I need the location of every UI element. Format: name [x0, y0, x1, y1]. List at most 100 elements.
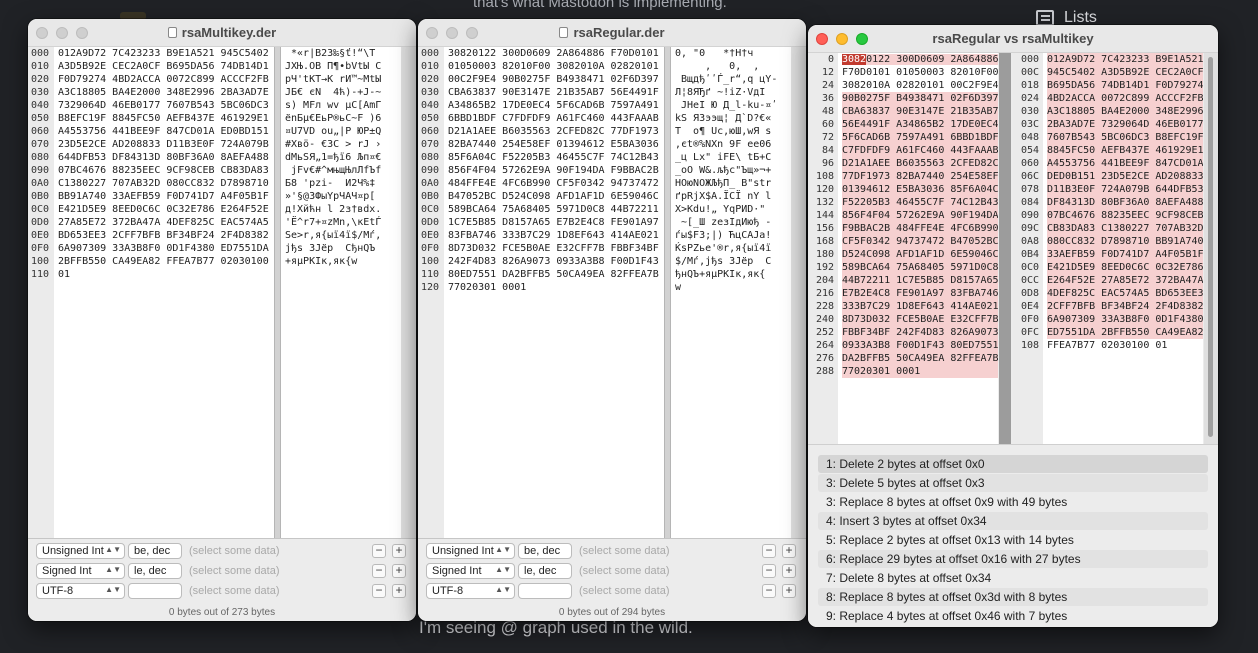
change-item[interactable]: 6: Replace 29 bytes at offset 0x16 with … [818, 550, 1208, 568]
column-divider[interactable] [664, 47, 671, 541]
type-select[interactable]: Unsigned Int ▲▼ [36, 543, 125, 559]
add-row-button[interactable]: + [782, 584, 796, 598]
hex-row[interactable]: E421D5E9 8EED0C6C 0C32E786 [1047, 261, 1203, 274]
chevron-updown-icon: ▲▼ [495, 585, 511, 594]
type-select[interactable]: Unsigned Int ▲▼ [426, 543, 515, 559]
hex-row[interactable]: E264F52E 27A85E72 372BA47A [1047, 274, 1203, 287]
add-row-button[interactable]: + [392, 544, 406, 558]
type-select-value: UTF-8 [432, 585, 464, 597]
scrollbar[interactable] [791, 47, 806, 541]
hex-row[interactable]: A3C18805 BA4E2000 348E2996 [1047, 105, 1203, 118]
type-select[interactable]: UTF-8 ▲▼ [426, 583, 515, 599]
hex-row[interactable]: 2BA3AD7E 7329064D 46EB0177 [1047, 118, 1203, 131]
hex-row[interactable]: 77020301 0001 [842, 365, 998, 378]
hex-row[interactable]: 5F6CAD6B 7597A491 6BBD1BDF [842, 131, 998, 144]
change-item[interactable]: 4: Insert 3 bytes at offset 0x34 [818, 512, 1208, 530]
scrollbar-thumb[interactable] [1208, 57, 1213, 437]
add-row-button[interactable]: + [782, 544, 796, 558]
hex-row[interactable]: 7607B543 5BC06DC3 B8EFC19F [1047, 131, 1203, 144]
text-column[interactable]: *«r|B23‰§ť!“\T JXЊ.OB П¶•bVtЫ C рЧ'tKT→K r… [281, 47, 401, 541]
hex-row[interactable]: 8D73D032 FCE5B0AE E32CFF7B [842, 313, 998, 326]
type-select[interactable]: Signed Int ▲▼ [426, 563, 515, 579]
hex-row[interactable]: 4BD2ACCA 0072C899 ACCCF2FB [1047, 92, 1203, 105]
hex-row[interactable]: 856F4F04 57262E9A 90F194DA [842, 209, 998, 222]
hex-row[interactable]: B695DA56 74DB14D1 F0D79274 [1047, 79, 1203, 92]
hex-row[interactable]: 77DF1973 82BA7440 254E58EF [842, 170, 998, 183]
remove-row-button[interactable]: − [762, 564, 776, 578]
type-select[interactable]: Signed Int ▲▼ [36, 563, 125, 579]
hex-row[interactable]: 2CFF7BFB BF34BF24 2F4D8382 [1047, 300, 1203, 313]
hex-row[interactable]: 6A907309 33A3B8F0 0D1F4380 [1047, 313, 1203, 326]
hex-row[interactable]: 3082010A 02820101 00C2F9E4 [842, 79, 998, 92]
endian-field[interactable] [128, 583, 182, 599]
hex-row[interactable]: 080CC832 D7898710 BB91A740 [1047, 235, 1203, 248]
change-item[interactable]: 9: Replace 4 bytes at offset 0x46 with 7… [818, 607, 1208, 625]
column-divider[interactable] [274, 47, 281, 541]
hex-row[interactable]: 33AEFB59 F0D741D7 A4F05B1F [1047, 248, 1203, 261]
remove-row-button[interactable]: − [372, 564, 386, 578]
hex-row[interactable]: 012A9D72 7C423233 B9E1A521 [1047, 53, 1203, 66]
change-item[interactable]: 5: Replace 2 bytes at offset 0x13 with 1… [818, 531, 1208, 549]
remove-row-button[interactable]: − [762, 584, 776, 598]
hex-row[interactable]: DED0B151 23D5E2CE AD208833 [1047, 170, 1203, 183]
hex-row[interactable]: E7B2E4C8 FE901A97 83FBA746 [842, 287, 998, 300]
window-titlebar[interactable]: rsaRegular.der [418, 19, 806, 47]
endian-field[interactable]: le, dec [518, 563, 572, 579]
hex-row[interactable]: 8845FC50 AEFB437E 461929E1 [1047, 144, 1203, 157]
hex-row[interactable]: 4DEF825C EAC574A5 BD653EE3 [1047, 287, 1203, 300]
hex-row[interactable]: CBA63837 90E3147E 21B35AB7 [842, 105, 998, 118]
hex-row[interactable]: 44B72211 1C7E5B85 D8157A65 [842, 274, 998, 287]
hex-row[interactable]: D11B3E0F 724A079B 644DFB53 [1047, 183, 1203, 196]
hex-row[interactable]: 01394612 E5BA3036 85F6A04C [842, 183, 998, 196]
scrollbar[interactable] [401, 47, 416, 541]
hex-row[interactable]: CF5F0342 94737472 B47052BC [842, 235, 998, 248]
change-item[interactable]: 8: Replace 8 bytes at offset 0x3d with 8… [818, 588, 1208, 606]
hex-row[interactable]: 90B0275F B4938471 02F6D397 [842, 92, 998, 105]
right-hex-column[interactable]: 012A9D72 7C423233 B9E1A521 945C5402 A3D5B… [1043, 53, 1203, 444]
hex-column[interactable]: 012A9D72 7C423233 B9E1A521 945C5402 A3D5B… [54, 47, 274, 541]
window-titlebar[interactable]: rsaMultikey.der [28, 19, 416, 47]
add-row-button[interactable]: + [392, 564, 406, 578]
hex-row[interactable]: D524C098 AFD1AF1D 6E59046C [842, 248, 998, 261]
hex-row[interactable]: 589BCA64 75A68405 5971D0C8 [842, 261, 998, 274]
change-item[interactable]: 3: Replace 8 bytes at offset 0x9 with 49… [818, 493, 1208, 511]
left-hex-column[interactable]: 30820122 300D0609 2A864886 F70D0101 01050… [838, 53, 998, 444]
endian-field[interactable]: be, dec [128, 543, 182, 559]
hex-row[interactable]: ED7551DA 2BFFB550 CA49EA82 [1047, 326, 1203, 339]
hex-row[interactable]: CB83DA83 C1380227 707AB32D [1047, 222, 1203, 235]
remove-row-button[interactable]: − [372, 584, 386, 598]
hex-row[interactable]: DA2BFFB5 50CA49EA 82FFEA7B [842, 352, 998, 365]
hex-row[interactable]: 07BC4676 88235EEC 9CF98CEB [1047, 209, 1203, 222]
add-row-button[interactable]: + [782, 564, 796, 578]
hex-row[interactable]: A4553756 441BEE9F 847CD01A [1047, 157, 1203, 170]
right-scrollbar[interactable] [1204, 53, 1218, 444]
hex-row[interactable]: FFEA7B77 02030100 01 [1047, 339, 1203, 352]
hex-row[interactable]: DF84313D 80BF36A0 8AEFA488 [1047, 196, 1203, 209]
diff-cursor: 3082 [842, 54, 867, 65]
window-titlebar[interactable]: rsaRegular vs rsaMultikey [808, 25, 1218, 53]
remove-row-button[interactable]: − [372, 544, 386, 558]
hex-row[interactable]: 333B7C29 1D8EF643 414AE021 [842, 300, 998, 313]
change-item[interactable]: 1: Delete 2 bytes at offset 0x0 [818, 455, 1208, 473]
endian-field[interactable]: le, dec [128, 563, 182, 579]
hex-row[interactable]: D21A1AEE B6035563 2CFED82C [842, 157, 998, 170]
hex-row[interactable]: C7FDFDF9 A61FC460 443FAAAB [842, 144, 998, 157]
hex-row[interactable]: 56E4491F A34865B2 17DE0EC4 [842, 118, 998, 131]
hex-row[interactable]: F70D0101 01050003 82010F00 [842, 66, 998, 79]
hex-row[interactable]: F52205B3 46455C7F 74C12B43 [842, 196, 998, 209]
endian-field[interactable]: be, dec [518, 543, 572, 559]
left-scrollbar[interactable] [999, 53, 1011, 444]
hex-row[interactable]: 0933A3B8 F00D1F43 80ED7551 [842, 339, 998, 352]
hex-row[interactable]: 945C5402 A3D5B92E CEC2A0CF [1047, 66, 1203, 79]
hex-column[interactable]: 30820122 300D0609 2A864886 F70D0101 01050… [444, 47, 664, 541]
hex-row[interactable]: F9BBAC2B 484FFE4E 4FC6B990 [842, 222, 998, 235]
hex-row[interactable]: 30820122 300D0609 2A864886 [842, 53, 998, 66]
add-row-button[interactable]: + [392, 584, 406, 598]
change-item[interactable]: 3: Delete 5 bytes at offset 0x3 [818, 474, 1208, 492]
type-select[interactable]: UTF-8 ▲▼ [36, 583, 125, 599]
hex-row[interactable]: FBBF34BF 242F4D83 826A9073 [842, 326, 998, 339]
text-column[interactable]: 0‚ "0 *†H†ч ‚ 0‚ ‚ ВщдђʹʹЃ_r“‚q цY- Л¦8ЯЂ… [671, 47, 791, 541]
change-item[interactable]: 7: Delete 8 bytes at offset 0x34 [818, 569, 1208, 587]
endian-field[interactable] [518, 583, 572, 599]
remove-row-button[interactable]: − [762, 544, 776, 558]
